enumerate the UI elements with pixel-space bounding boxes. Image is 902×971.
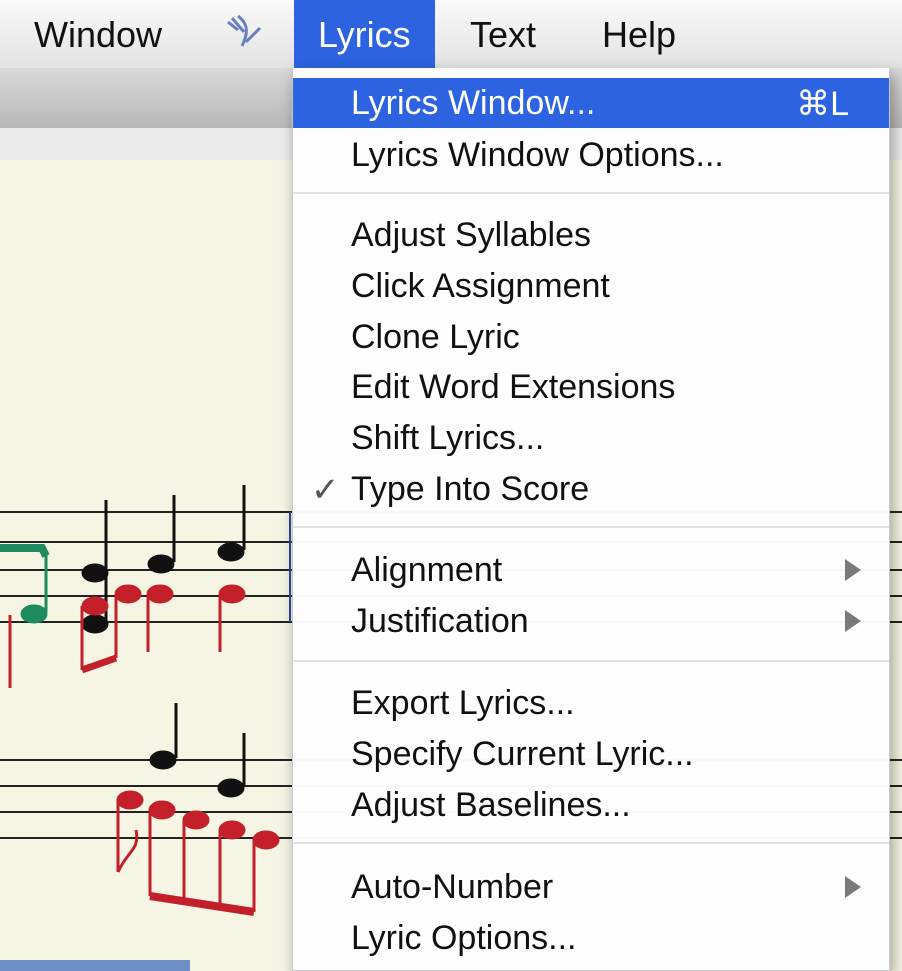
lyrics-menu-dropdown: Lyrics Window... ⌘L Lyrics Window Option…	[292, 68, 890, 971]
menu-separator	[293, 660, 889, 662]
menu-lyrics[interactable]: Lyrics	[294, 0, 435, 68]
menu-item-type-into-score[interactable]: ✓ Type Into Score	[293, 464, 889, 514]
submenu-arrow-icon	[845, 876, 861, 898]
script-glyph-icon[interactable]	[224, 12, 264, 52]
menu-item-adjust-baselines[interactable]: Adjust Baselines...	[293, 780, 889, 830]
menu-item-lyrics-window-options[interactable]: Lyrics Window Options...	[293, 130, 889, 180]
menu-text[interactable]: Text	[446, 0, 560, 68]
submenu-arrow-icon	[845, 559, 861, 581]
menu-item-lyric-options[interactable]: Lyric Options...	[293, 913, 889, 963]
menu-bar: Window Lyrics Text Help	[0, 0, 902, 69]
menu-help[interactable]: Help	[578, 0, 700, 68]
menu-window[interactable]: Window	[10, 0, 186, 68]
checkmark-icon: ✓	[311, 471, 340, 509]
menu-item-clone-lyric[interactable]: Clone Lyric	[293, 312, 889, 362]
menu-item-auto-number[interactable]: Auto-Number	[293, 862, 889, 912]
menu-item-specify-current-lyric[interactable]: Specify Current Lyric...	[293, 729, 889, 779]
menu-item-export-lyrics[interactable]: Export Lyrics...	[293, 678, 889, 728]
menu-item-adjust-syllables[interactable]: Adjust Syllables	[293, 210, 889, 260]
shortcut-label: ⌘L	[796, 85, 849, 123]
menu-item-click-assignment[interactable]: Click Assignment	[293, 261, 889, 311]
green-notes	[0, 544, 50, 624]
menu-item-shift-lyrics[interactable]: Shift Lyrics...	[293, 413, 889, 463]
menu-item-justification[interactable]: Justification	[293, 596, 889, 646]
red-notes	[8, 584, 280, 916]
menu-separator	[293, 192, 889, 194]
menu-item-alignment[interactable]: Alignment	[293, 545, 889, 595]
menu-separator	[293, 842, 889, 844]
menu-item-lyrics-window[interactable]: Lyrics Window... ⌘L	[293, 78, 889, 128]
menu-item-edit-word-extensions[interactable]: Edit Word Extensions	[293, 362, 889, 412]
menu-separator	[293, 526, 889, 528]
submenu-arrow-icon	[845, 610, 861, 632]
